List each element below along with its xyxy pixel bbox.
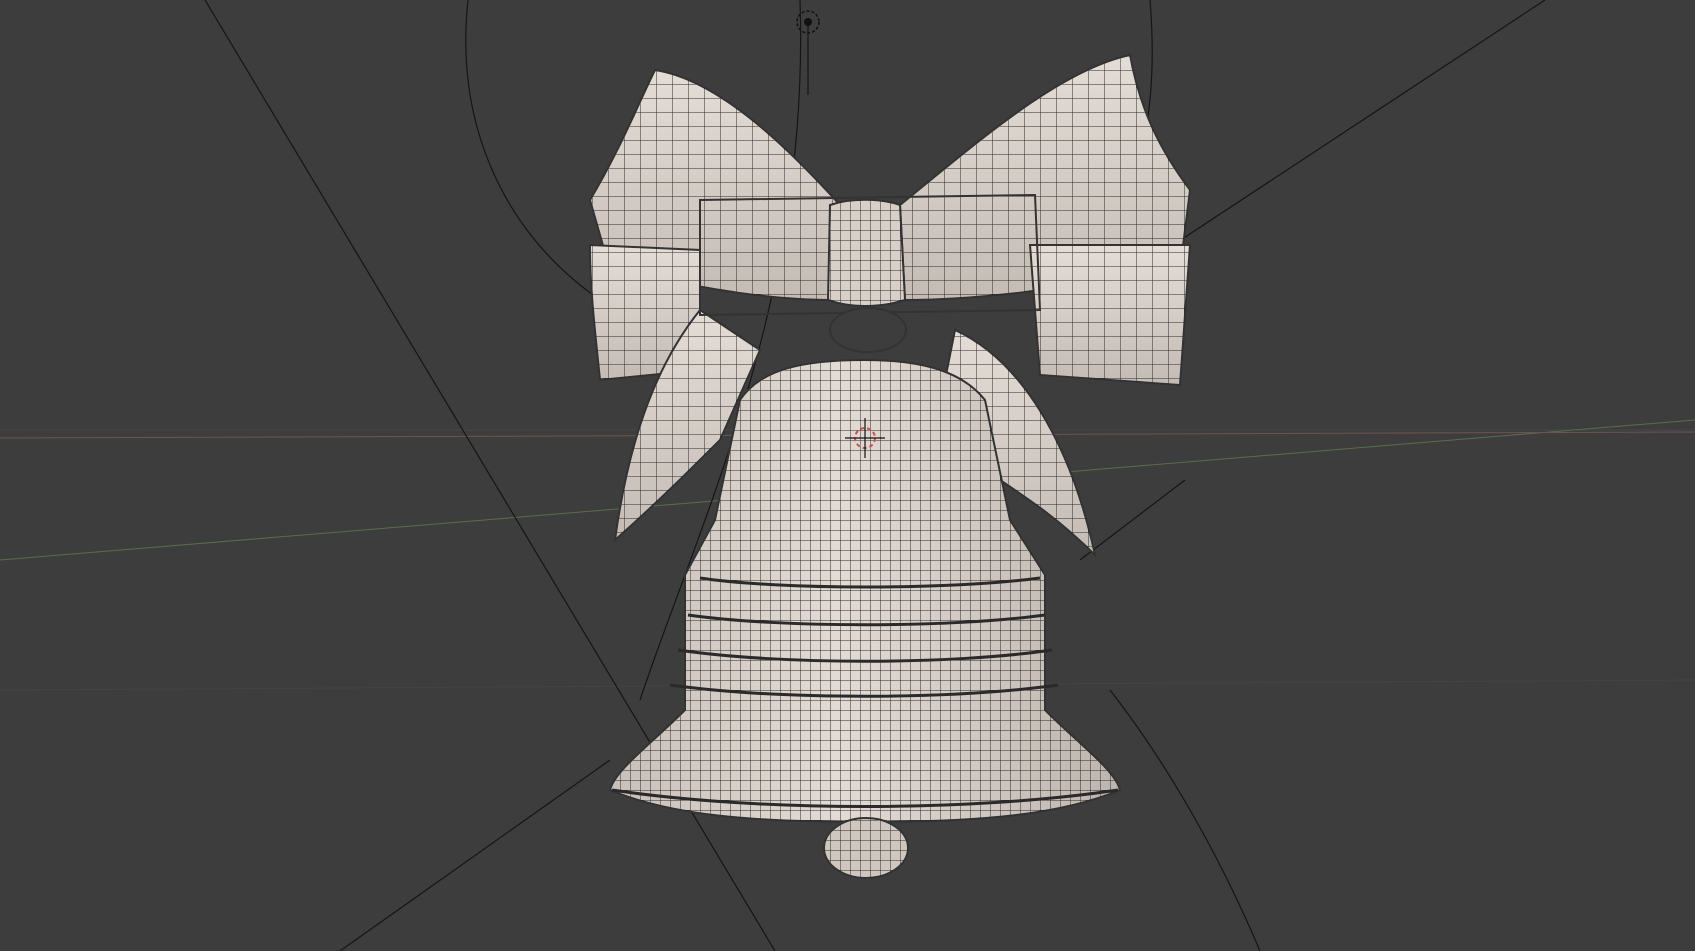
viewport-canvas[interactable] <box>0 0 1695 951</box>
bell-mesh[interactable] <box>588 53 1192 879</box>
3d-viewport[interactable] <box>0 0 1695 951</box>
